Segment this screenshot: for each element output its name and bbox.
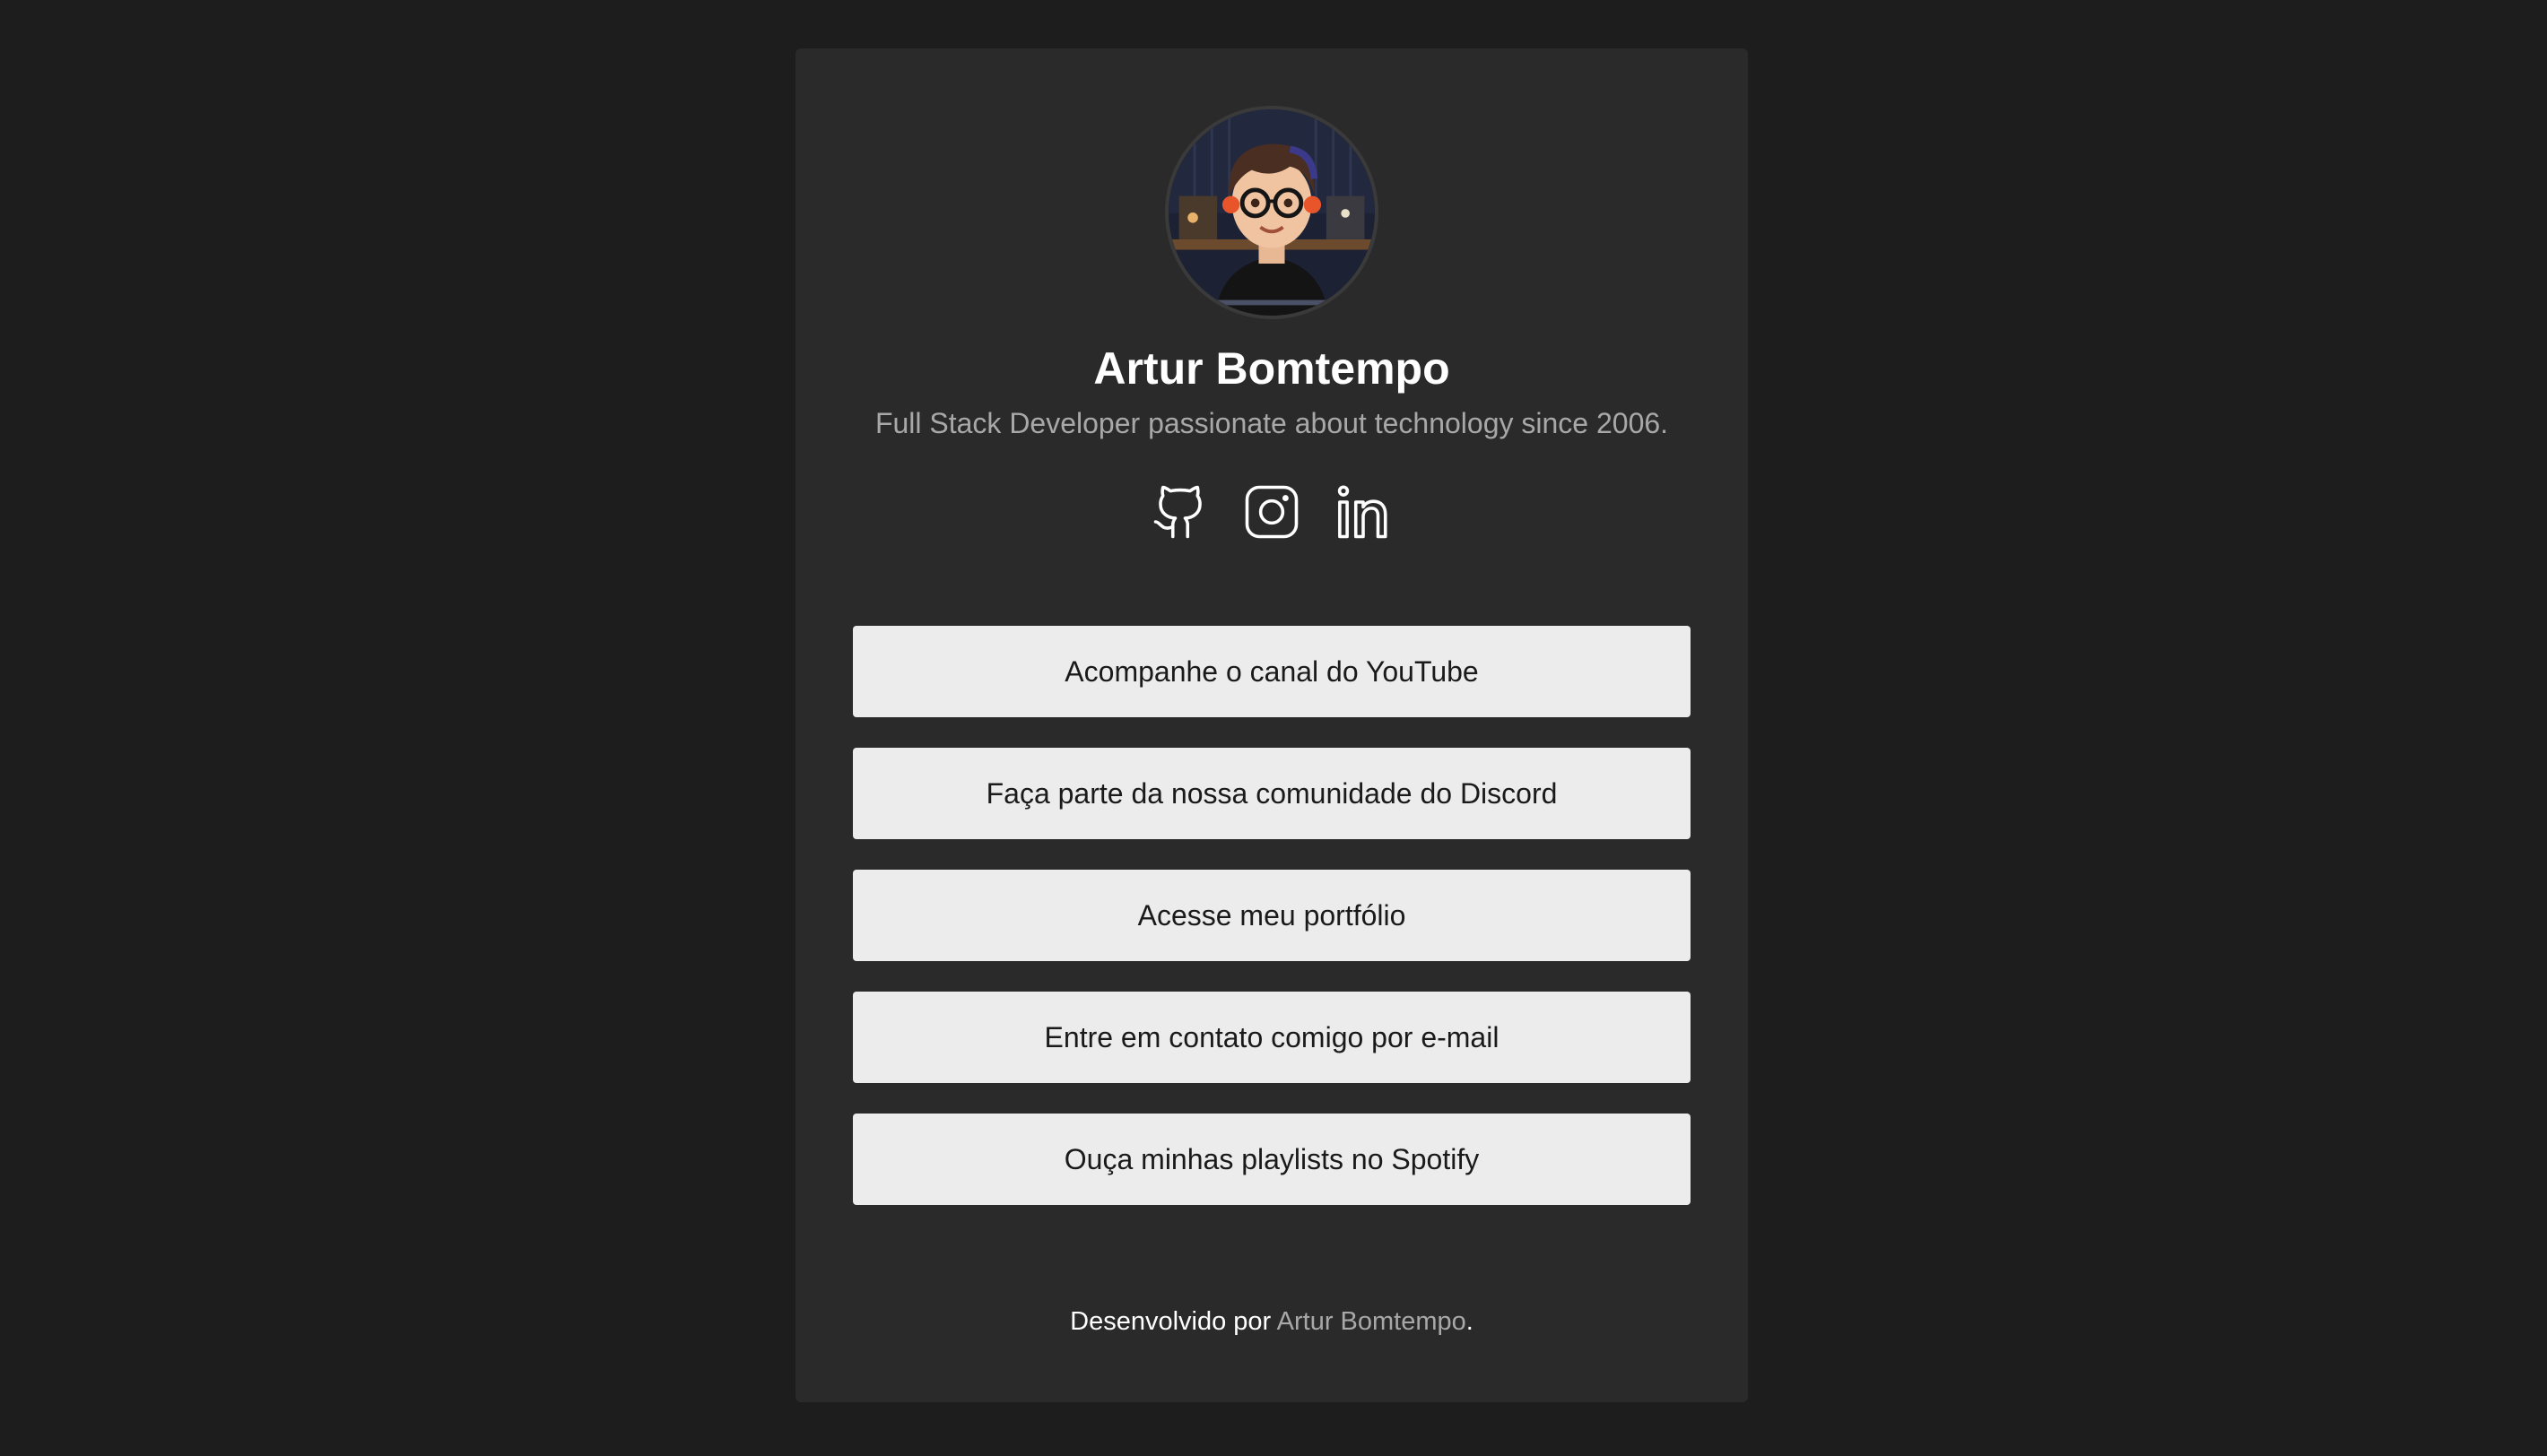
footer: Desenvolvido por Artur Bomtempo.: [1070, 1305, 1473, 1338]
profile-bio: Full Stack Developer passionate about te…: [874, 407, 1669, 439]
instagram-icon: [1245, 485, 1299, 539]
link-list: Acompanhe o canal do YouTube Faça parte …: [853, 626, 1691, 1205]
profile-card: Artur Bomtempo Full Stack Developer pass…: [795, 48, 1748, 1402]
linkedin-icon: [1337, 485, 1387, 539]
email-link-button[interactable]: Entre em contato comigo por e-mail: [853, 992, 1691, 1083]
social-links: [1149, 481, 1395, 543]
github-link[interactable]: [1149, 481, 1212, 543]
portfolio-link-button[interactable]: Acesse meu portfólio: [853, 870, 1691, 961]
footer-suffix: .: [1465, 1307, 1473, 1336]
discord-link-button[interactable]: Faça parte da nossa comunidade do Discor…: [853, 748, 1691, 839]
youtube-link-button[interactable]: Acompanhe o canal do YouTube: [853, 626, 1691, 717]
footer-prefix: Desenvolvido por: [1070, 1307, 1277, 1336]
footer-author-link[interactable]: Artur Bomtempo: [1277, 1307, 1466, 1336]
instagram-link[interactable]: [1240, 481, 1303, 543]
profile-name: Artur Bomtempo: [1093, 343, 1450, 394]
spotify-link-button[interactable]: Ouça minhas playlists no Spotify: [853, 1114, 1691, 1205]
linkedin-link[interactable]: [1332, 481, 1395, 543]
github-icon: [1153, 485, 1202, 539]
avatar: [1165, 106, 1378, 319]
